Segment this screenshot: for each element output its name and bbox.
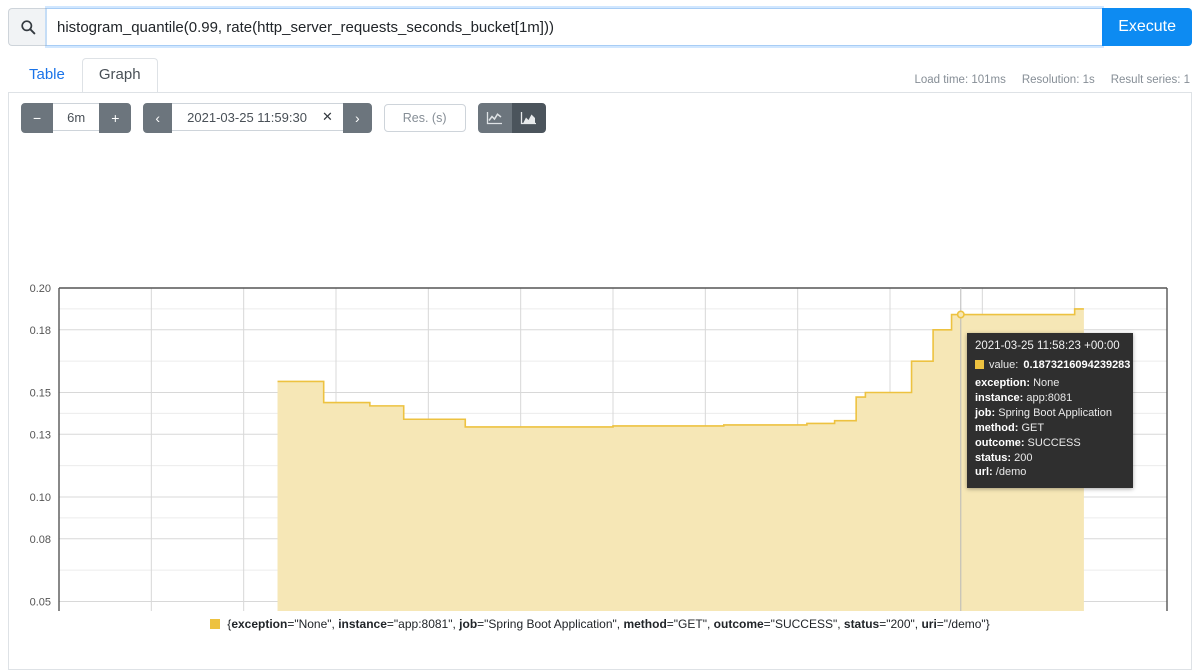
tooltip-label-row: exception: None xyxy=(975,376,1125,391)
tooltip-label-row: job: Spring Boot Application xyxy=(975,406,1125,421)
hovered-data-point xyxy=(956,310,965,319)
tooltip-labels: exception: None instance: app:8081 job: Sp… xyxy=(975,376,1125,480)
resolution-input[interactable] xyxy=(383,104,466,132)
legend-color-swatch xyxy=(210,619,221,629)
tooltip-label-row: url: /demo xyxy=(975,465,1125,480)
tooltip-value-row: value: 0.1873216094239283 xyxy=(975,358,1130,373)
stacked-area-chart-icon[interactable] xyxy=(511,103,546,133)
tooltip-label-key: instance: xyxy=(975,392,1024,405)
tab-bar: Table Graph Load time: 101ms Resolution:… xyxy=(0,54,1200,94)
tooltip-value: 0.1873216094239283 xyxy=(1023,358,1131,371)
legend-key: status xyxy=(843,617,880,631)
series-layer xyxy=(277,308,1084,611)
tooltip-label-value: app:8081 xyxy=(1023,392,1073,405)
clear-time-button[interactable]: ✕ xyxy=(322,103,343,131)
y-tick-label: 0.13 xyxy=(30,429,51,441)
legend-key: instance xyxy=(338,617,387,631)
series-tooltip: 2021-03-25 11:58:23 +00:00 value: 0.1873… xyxy=(967,333,1133,489)
tooltip-label-key: method: xyxy=(975,421,1019,434)
execute-button[interactable]: Execute xyxy=(1102,8,1192,46)
tooltip-timestamp: 2021-03-25 11:58:23 +00:00 xyxy=(975,340,1120,352)
tooltip-label-row: instance: app:8081 xyxy=(975,391,1125,406)
chart-legend[interactable]: {exception="None", instance="app:8081", … xyxy=(9,617,1191,631)
chart-area[interactable]: 0.000.030.050.080.100.130.150.180.20 11:… xyxy=(9,141,1191,611)
load-time: Load time: 101ms xyxy=(914,74,1006,86)
y-tick-label: 0.20 xyxy=(30,283,51,295)
tooltip-label-row: outcome: SUCCESS xyxy=(975,436,1125,451)
tooltip-label-key: job: xyxy=(975,407,996,420)
y-tick-label: 0.10 xyxy=(30,492,51,504)
y-tick-label: 0.08 xyxy=(30,534,51,546)
tooltip-label-value: Spring Boot Application xyxy=(995,407,1112,420)
end-time-input[interactable] xyxy=(172,103,323,131)
y-axis-labels: 0.000.030.050.080.100.130.150.180.20 xyxy=(30,283,51,609)
time-control: ‹ ✕ › xyxy=(143,103,372,133)
next-time-button[interactable]: › xyxy=(342,103,372,133)
tooltip-label-value: GET xyxy=(1018,421,1045,434)
y-tick-label: 0.18 xyxy=(30,325,51,337)
tooltip-label-key: outcome: xyxy=(975,436,1025,449)
legend-key: uri xyxy=(921,617,937,631)
legend-key: job xyxy=(459,617,478,631)
tab-graph[interactable]: Graph xyxy=(81,57,158,93)
legend-key: outcome xyxy=(713,617,764,631)
legend-key: method xyxy=(623,617,667,631)
graph-controls: − + ‹ ✕ › xyxy=(9,93,1191,141)
resolution-stat: Resolution: 1s xyxy=(1021,74,1095,86)
legend-key: exception xyxy=(231,617,288,631)
y-tick-label: 0.15 xyxy=(30,388,51,400)
tooltip-label-value: 200 xyxy=(1011,451,1033,464)
tooltip-color-swatch xyxy=(975,360,984,370)
line-chart-icon[interactable] xyxy=(477,103,512,133)
result-series-stat: Result series: 1 xyxy=(1110,74,1190,86)
range-input[interactable] xyxy=(53,103,100,131)
search-icon xyxy=(8,8,47,46)
tooltip-label-value: SUCCESS xyxy=(1024,436,1081,449)
tooltip-label-key: exception: xyxy=(975,377,1031,390)
increase-range-button[interactable]: + xyxy=(99,103,132,133)
graph-panel: − + ‹ ✕ › xyxy=(8,92,1192,670)
y-tick-label: 0.05 xyxy=(30,597,51,609)
tab-table[interactable]: Table xyxy=(12,58,82,94)
query-bar: Execute xyxy=(0,0,1200,46)
tooltip-label-row: method: GET xyxy=(975,421,1125,436)
series-area xyxy=(277,308,1084,611)
tooltip-label-key: status: xyxy=(975,451,1012,464)
query-stats: Load time: 101ms Resolution: 1s Result s… xyxy=(914,74,1190,86)
tooltip-value-label: value: xyxy=(989,358,1019,371)
range-control: − + xyxy=(21,103,132,133)
query-input-container xyxy=(47,8,1103,46)
query-input[interactable] xyxy=(47,18,1103,36)
legend-label: {exception="None", instance="app:8081", … xyxy=(227,617,990,631)
tooltip-label-value: None xyxy=(1030,377,1060,390)
previous-time-button[interactable]: ‹ xyxy=(143,103,173,133)
tooltip-label-value: /demo xyxy=(992,466,1027,479)
decrease-range-button[interactable]: − xyxy=(21,103,54,133)
tooltip-label-row: status: 200 xyxy=(975,451,1125,466)
tooltip-label-key: url: xyxy=(975,466,993,479)
chart-type-toggle xyxy=(477,103,546,133)
